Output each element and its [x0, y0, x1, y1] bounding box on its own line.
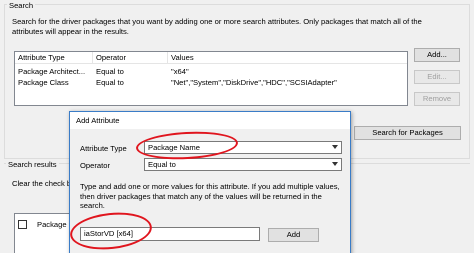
table-row[interactable]: Package Class Equal to "Net","System","D…	[15, 77, 407, 88]
row-attribute: Package Class	[18, 78, 69, 87]
row-values: "Net","System","DiskDrive","HDC","SCSIAd…	[171, 78, 337, 87]
value-input-text: iaStorVD [x64]	[84, 229, 133, 238]
results-list[interactable]	[14, 213, 74, 253]
chevron-down-icon	[332, 145, 338, 149]
search-group-legend: Search	[7, 1, 36, 10]
column-attribute-type[interactable]: Attribute Type	[15, 52, 93, 64]
remove-button[interactable]: Remove	[414, 92, 460, 106]
dialog-instructions: Type and add one or more values for this…	[80, 182, 340, 210]
search-description: Search for the driver packages that you …	[12, 17, 422, 36]
add-attribute-dialog: Add Attribute Attribute Type Package Nam…	[69, 111, 351, 253]
add-button[interactable]: Add...	[414, 48, 460, 62]
row-values: "x64"	[171, 67, 189, 76]
row-operator: Equal to	[96, 67, 124, 76]
operator-combo[interactable]: Equal to	[144, 158, 342, 171]
attribute-type-value: Package Name	[148, 143, 200, 152]
operator-value: Equal to	[148, 160, 176, 169]
attribute-list[interactable]: Attribute Type Operator Values Package A…	[14, 51, 408, 106]
dialog-add-button[interactable]: Add	[268, 228, 319, 242]
results-group-legend: Search results	[6, 160, 59, 169]
chevron-down-icon	[332, 162, 338, 166]
dialog-title: Add Attribute	[70, 112, 350, 129]
table-row[interactable]: Package Architect... Equal to "x64"	[15, 66, 407, 77]
row-attribute: Package Architect...	[18, 67, 86, 76]
column-values[interactable]: Values	[168, 52, 408, 64]
operator-label: Operator	[80, 161, 110, 170]
row-operator: Equal to	[96, 78, 124, 87]
attribute-type-label: Attribute Type	[80, 144, 127, 153]
edit-button[interactable]: Edit...	[414, 70, 460, 84]
attribute-list-header: Attribute Type Operator Values	[15, 52, 407, 64]
attribute-type-combo[interactable]: Package Name	[144, 141, 342, 154]
value-input[interactable]: iaStorVD [x64]	[80, 227, 260, 241]
select-all-checkbox[interactable]	[18, 220, 27, 229]
column-operator[interactable]: Operator	[93, 52, 168, 64]
clear-checkboxes-text: Clear the check b	[12, 179, 72, 188]
search-for-packages-button[interactable]: Search for Packages	[354, 126, 461, 140]
